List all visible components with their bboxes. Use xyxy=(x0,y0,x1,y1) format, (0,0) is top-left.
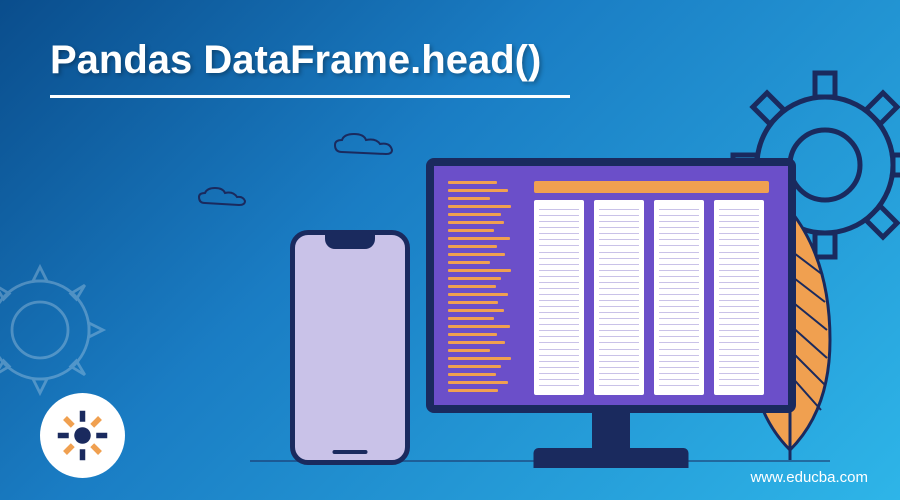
screen-left-lines xyxy=(448,181,518,397)
cloud-icon xyxy=(330,130,400,160)
phone-home-indicator xyxy=(333,450,368,454)
gear-icon-left xyxy=(0,260,110,400)
cloud-icon xyxy=(195,185,250,210)
educba-logo xyxy=(40,393,125,478)
screen-columns xyxy=(534,200,764,395)
phone-notch xyxy=(325,235,375,249)
monitor-stand-base xyxy=(534,448,689,468)
logo-icon xyxy=(55,408,110,463)
banner-container: Pandas DataFrame.head() xyxy=(0,0,900,500)
phone-illustration xyxy=(290,230,410,465)
title-underline xyxy=(50,95,570,98)
monitor-illustration xyxy=(426,158,796,468)
page-title: Pandas DataFrame.head() xyxy=(50,38,541,83)
screen-top-bar xyxy=(534,181,769,193)
monitor-stand-neck xyxy=(592,408,630,448)
watermark-url: www.educba.com xyxy=(750,469,868,486)
monitor-screen xyxy=(426,158,796,413)
